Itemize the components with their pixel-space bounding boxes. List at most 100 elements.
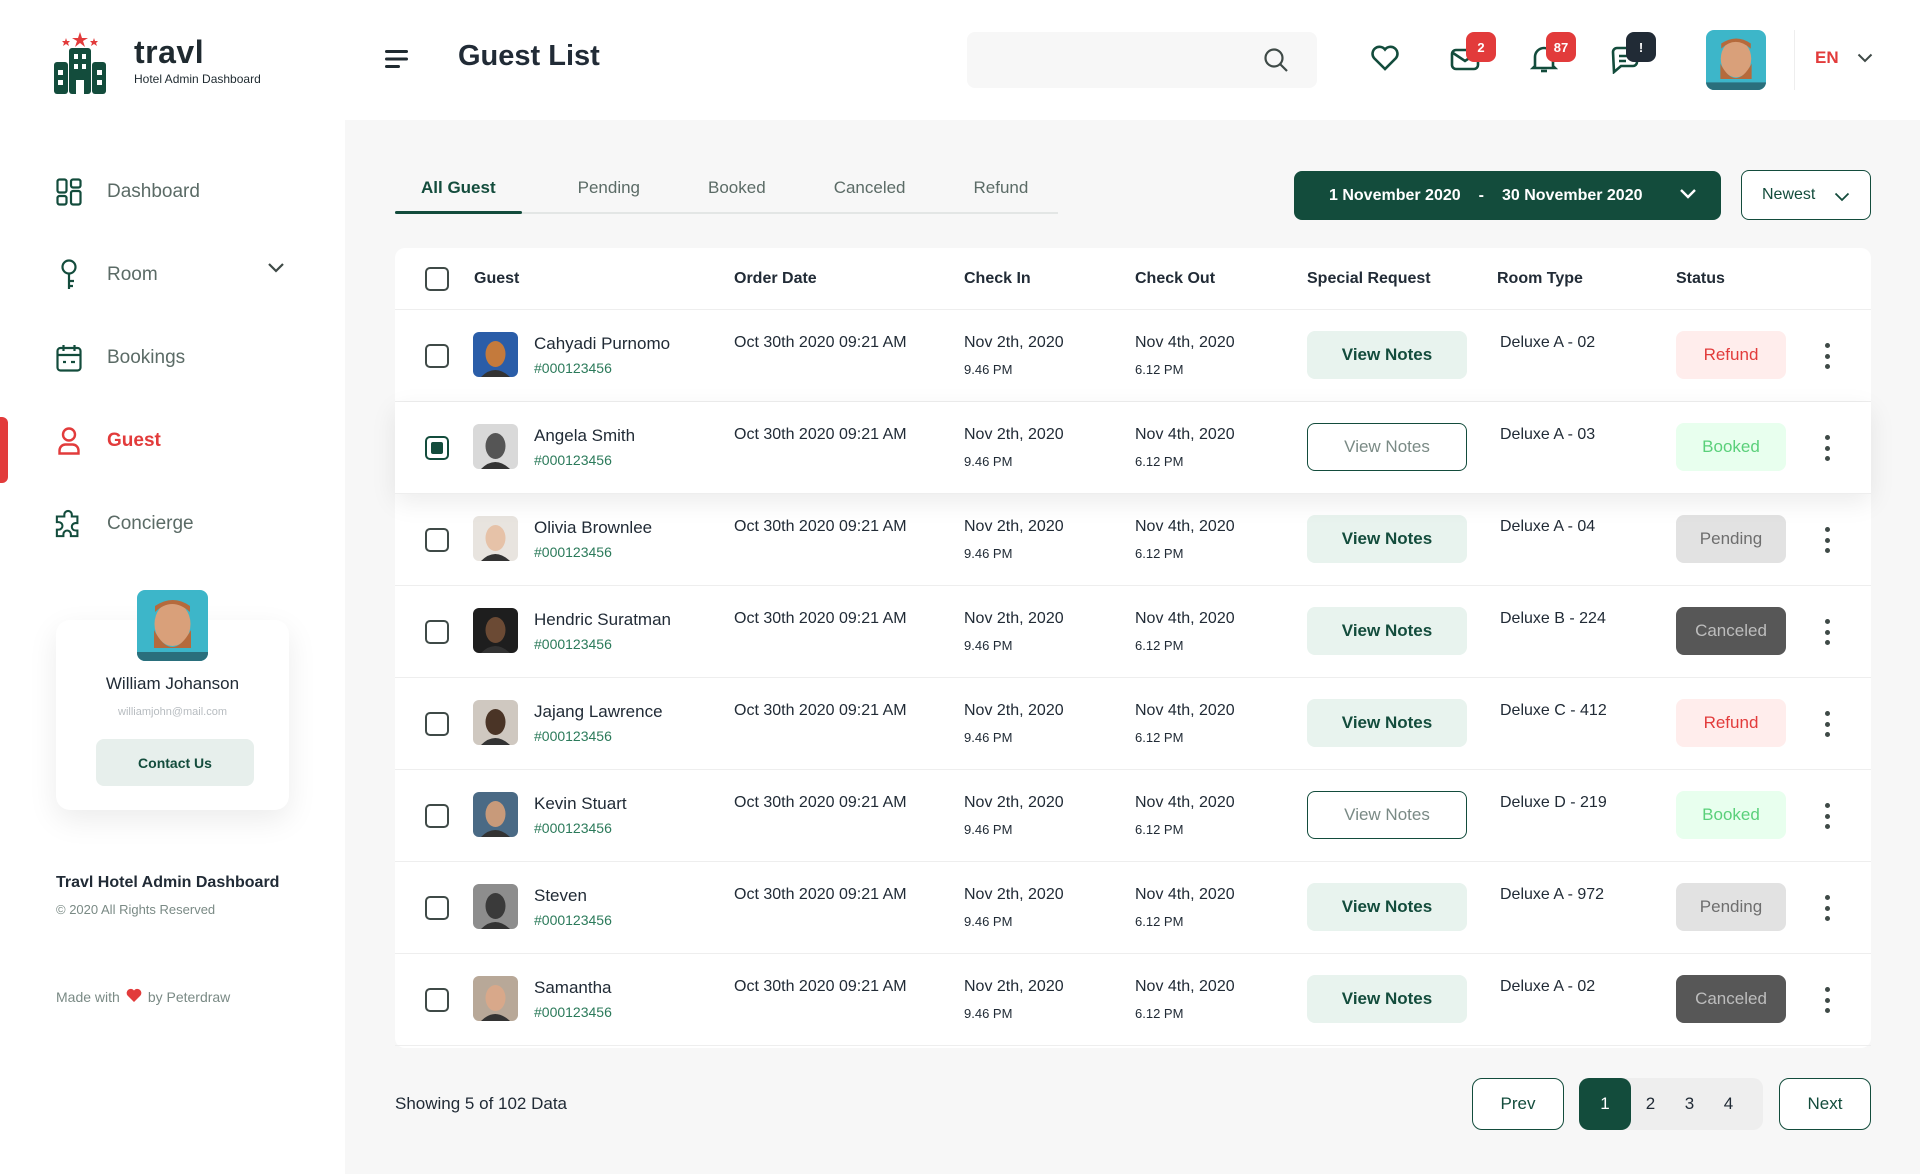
guest-name[interactable]: Samantha <box>534 978 612 998</box>
col-status[interactable]: Status <box>1676 270 1725 288</box>
more-options-icon[interactable] <box>1823 527 1831 553</box>
tab-canceled[interactable]: Canceled <box>792 168 932 212</box>
row-checkbox[interactable] <box>425 804 449 828</box>
check-in-date: Nov 2th, 2020 <box>964 702 1064 719</box>
chevron-down-icon[interactable] <box>267 261 285 279</box>
guest-name[interactable]: Steven <box>534 886 587 906</box>
more-options-icon[interactable] <box>1823 619 1831 645</box>
sort-select[interactable]: Newest <box>1741 170 1871 220</box>
more-options-icon[interactable] <box>1823 435 1831 461</box>
tab-booked[interactable]: Booked <box>666 168 792 212</box>
row-checkbox[interactable] <box>425 620 449 644</box>
table-row[interactable]: Samantha #000123456 Oct 30th 2020 09:21 AM… <box>395 954 1871 1046</box>
more-options-icon[interactable] <box>1823 343 1831 369</box>
row-checkbox[interactable] <box>425 712 449 736</box>
guest-name[interactable]: Angela Smith <box>534 426 635 446</box>
key-icon <box>55 258 83 290</box>
order-date: Oct 30th 2020 09:21 AM <box>734 702 907 719</box>
contact-us-button[interactable]: Contact Us <box>96 739 254 786</box>
page-1[interactable]: 1 <box>1579 1078 1631 1130</box>
view-notes-button[interactable]: View Notes <box>1307 791 1467 839</box>
tab-pending[interactable]: Pending <box>522 168 666 212</box>
view-notes-button[interactable]: View Notes <box>1307 975 1467 1023</box>
status-badge: Booked <box>1676 423 1786 471</box>
favorites-button[interactable] <box>1370 44 1402 76</box>
page-3[interactable]: 3 <box>1670 1094 1709 1114</box>
room-type: Deluxe A - 03 <box>1500 426 1596 443</box>
chat-icon <box>1610 46 1640 78</box>
col-check-in[interactable]: Check In <box>964 270 1031 288</box>
guest-avatar <box>473 608 518 653</box>
menu-toggle-icon[interactable] <box>385 48 411 70</box>
prev-button[interactable]: Prev <box>1472 1078 1564 1130</box>
brand-logo[interactable]: travl Hotel Admin Dashboard <box>54 32 261 94</box>
guest-status-tabs: All Guest Pending Booked Canceled Refund <box>395 168 1058 214</box>
sidebar-item-dashboard[interactable]: Dashboard <box>0 150 345 233</box>
col-guest[interactable]: Guest <box>474 270 519 288</box>
table-row[interactable]: Jajang Lawrence #000123456 Oct 30th 2020 0… <box>395 678 1871 770</box>
view-notes-button[interactable]: View Notes <box>1307 699 1467 747</box>
room-type: Deluxe B - 224 <box>1500 610 1606 627</box>
guest-id: #000123456 <box>534 820 612 836</box>
row-checkbox[interactable] <box>425 896 449 920</box>
view-notes-button[interactable]: View Notes <box>1307 331 1467 379</box>
view-notes-button[interactable]: View Notes <box>1307 883 1467 931</box>
notifications-button[interactable]: 87 <box>1529 32 1576 76</box>
table-row[interactable]: Steven #000123456 Oct 30th 2020 09:21 AM No… <box>395 862 1871 954</box>
order-date: Oct 30th 2020 09:21 AM <box>734 886 907 903</box>
date-range-picker[interactable]: 1 November 2020 - 30 November 2020 <box>1294 171 1721 220</box>
guest-avatar <box>473 976 518 1021</box>
language-value: EN <box>1815 48 1839 67</box>
check-out-time: 6.12 PM <box>1135 914 1184 929</box>
col-check-out[interactable]: Check Out <box>1135 270 1215 288</box>
view-notes-button[interactable]: View Notes <box>1307 423 1467 471</box>
guest-name[interactable]: Cahyadi Purnomo <box>534 334 670 354</box>
row-checkbox[interactable] <box>425 988 449 1012</box>
row-checkbox[interactable] <box>425 528 449 552</box>
status-badge: Refund <box>1676 331 1786 379</box>
table-row[interactable]: Kevin Stuart #000123456 Oct 30th 2020 09:2… <box>395 770 1871 862</box>
page-2[interactable]: 2 <box>1631 1094 1670 1114</box>
hotel-logo-icon <box>54 32 106 94</box>
language-select[interactable]: EN <box>1815 48 1873 68</box>
col-order-date[interactable]: Order Date <box>734 270 817 288</box>
view-notes-button[interactable]: View Notes <box>1307 515 1467 563</box>
more-options-icon[interactable] <box>1823 803 1831 829</box>
col-room-type[interactable]: Room Type <box>1497 270 1583 288</box>
table-row[interactable]: Cahyadi Purnomo #000123456 Oct 30th 2020 0… <box>395 310 1871 402</box>
sidebar-item-label: Guest <box>107 429 161 451</box>
sidebar-item-bookings[interactable]: Bookings <box>0 316 345 399</box>
user-icon <box>55 426 83 456</box>
guest-name[interactable]: Olivia Brownlee <box>534 518 652 538</box>
showing-count: Showing 5 of 102 Data <box>395 1094 568 1113</box>
profile-name: William Johanson <box>105 674 240 693</box>
table-row[interactable]: Olivia Brownlee #000123456 Oct 30th 2020 0… <box>395 494 1871 586</box>
more-options-icon[interactable] <box>1823 711 1831 737</box>
view-notes-button[interactable]: View Notes <box>1307 607 1467 655</box>
check-in-date: Nov 2th, 2020 <box>964 886 1064 903</box>
sidebar-item-concierge[interactable]: Concierge <box>0 482 345 565</box>
select-all-checkbox[interactable] <box>425 267 449 291</box>
next-button[interactable]: Next <box>1779 1078 1871 1130</box>
messages-button[interactable]: ! <box>1610 32 1656 78</box>
page-4[interactable]: 4 <box>1709 1094 1748 1114</box>
row-checkbox[interactable] <box>425 436 449 460</box>
guest-name[interactable]: Jajang Lawrence <box>534 702 663 722</box>
more-options-icon[interactable] <box>1823 895 1831 921</box>
check-out-date: Nov 4th, 2020 <box>1135 610 1235 627</box>
mail-button[interactable]: 2 <box>1450 32 1496 76</box>
row-checkbox[interactable] <box>425 344 449 368</box>
search-icon[interactable] <box>1263 47 1289 73</box>
table-row[interactable]: Angela Smith #000123456 Oct 30th 2020 09:2… <box>395 402 1871 494</box>
user-avatar[interactable] <box>1706 30 1766 90</box>
check-out-time: 6.12 PM <box>1135 454 1184 469</box>
guest-name[interactable]: Hendric Suratman <box>534 610 671 630</box>
guest-name[interactable]: Kevin Stuart <box>534 794 627 814</box>
tab-refund[interactable]: Refund <box>932 168 1055 212</box>
col-special-request[interactable]: Special Request <box>1307 270 1431 288</box>
tab-all-guest[interactable]: All Guest <box>395 168 522 214</box>
sidebar-item-room[interactable]: Room <box>0 233 345 316</box>
more-options-icon[interactable] <box>1823 987 1831 1013</box>
sidebar-item-guest[interactable]: Guest <box>0 399 345 483</box>
table-row[interactable]: Hendric Suratman #000123456 Oct 30th 2020 … <box>395 586 1871 678</box>
